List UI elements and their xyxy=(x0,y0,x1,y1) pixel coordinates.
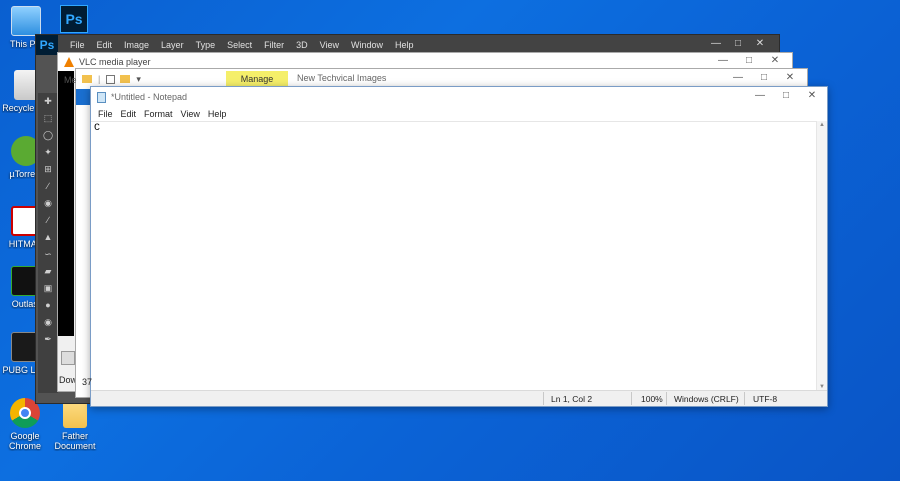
stamp-tool-icon[interactable]: ▲ xyxy=(38,229,58,246)
notepad-icon xyxy=(97,91,106,103)
vlc-play-icon[interactable] xyxy=(61,351,75,365)
manage-tab[interactable]: Manage xyxy=(226,71,288,87)
notepad-statusbar: Ln 1, Col 2 100% Windows (CRLF) UTF-8 xyxy=(91,390,827,406)
status-position: Ln 1, Col 2 xyxy=(551,394,593,404)
ps-menu-help[interactable]: Help xyxy=(389,40,420,50)
blur-tool-icon[interactable]: ● xyxy=(38,297,58,314)
quick-access-divider: | xyxy=(98,74,101,84)
ps-menu-filter[interactable]: Filter xyxy=(258,40,290,50)
photoshop-shortcut-icon[interactable]: Ps xyxy=(60,5,88,33)
scroll-up-icon[interactable]: ▲ xyxy=(819,122,825,128)
minimize-icon[interactable]: — xyxy=(705,35,727,53)
brush-tool-icon[interactable]: ∕ xyxy=(38,212,58,229)
ps-menu-edit[interactable]: Edit xyxy=(91,40,119,50)
close-icon[interactable]: ✕ xyxy=(749,35,771,53)
vlc-video-area xyxy=(58,71,74,336)
marquee-tool-icon[interactable]: ⬚ xyxy=(38,110,58,127)
vlc-partial-number: 37 xyxy=(82,377,93,387)
notepad-menubar: File Edit Format View Help xyxy=(91,107,827,121)
history-brush-tool-icon[interactable]: ∽ xyxy=(38,246,58,263)
notepad-titlebar: *Untitled - Notepad — □ ✕ xyxy=(91,87,827,107)
explorer-partial-text: Me xyxy=(64,75,77,85)
status-divider xyxy=(631,392,632,405)
explorer-ribbon-file-tab[interactable] xyxy=(76,89,91,105)
minimize-icon[interactable]: — xyxy=(725,72,751,83)
customize-quick-access-icon[interactable]: ▾ xyxy=(136,74,141,85)
desktop-icon-label: Google Chrome xyxy=(8,431,41,451)
desktop-icon-google-chrome[interactable]: Google Chrome xyxy=(0,398,50,451)
vlc-cone-icon xyxy=(64,57,74,67)
minimize-icon[interactable]: — xyxy=(747,90,773,101)
maximize-icon[interactable]: □ xyxy=(773,90,799,101)
np-menu-view[interactable]: View xyxy=(177,109,204,119)
maximize-icon[interactable]: □ xyxy=(736,55,762,66)
maximize-icon[interactable]: □ xyxy=(751,72,777,83)
photoshop-toolbar: ✚ ⬚ ◯ ✦ ⊞ ∕ ◉ ∕ ▲ ∽ ▰ ▣ ● ◉ ✒ xyxy=(38,93,58,393)
ps-menu-type[interactable]: Type xyxy=(190,40,222,50)
gradient-tool-icon[interactable]: ▣ xyxy=(38,280,58,297)
properties-icon[interactable] xyxy=(106,74,116,84)
vertical-scrollbar[interactable]: ▲ ▼ xyxy=(816,121,827,391)
maximize-icon[interactable]: □ xyxy=(727,35,749,53)
minimize-icon[interactable]: — xyxy=(710,55,736,66)
desktop-icon-label: Father Document xyxy=(54,431,96,451)
ps-menu-3d[interactable]: 3D xyxy=(290,40,314,50)
ps-menu-image[interactable]: Image xyxy=(118,40,155,50)
close-icon[interactable]: ✕ xyxy=(799,90,825,101)
np-menu-file[interactable]: File xyxy=(94,109,117,119)
photoshop-logo-icon: Ps xyxy=(36,35,58,55)
notepad-title: *Untitled - Notepad xyxy=(111,92,188,102)
healing-tool-icon[interactable]: ◉ xyxy=(38,195,58,212)
lasso-tool-icon[interactable]: ◯ xyxy=(38,127,58,144)
eraser-tool-icon[interactable]: ▰ xyxy=(38,263,58,280)
folder-icon xyxy=(82,75,92,83)
np-menu-edit[interactable]: Edit xyxy=(117,109,141,119)
ps-menu-window[interactable]: Window xyxy=(345,40,389,50)
vlc-title: VLC media player xyxy=(79,57,151,67)
status-divider xyxy=(744,392,745,405)
ps-menu-view[interactable]: View xyxy=(314,40,345,50)
status-line-ending: Windows (CRLF) xyxy=(674,394,739,404)
eyedropper-tool-icon[interactable]: ∕ xyxy=(38,178,58,195)
ps-menu-layer[interactable]: Layer xyxy=(155,40,190,50)
new-folder-icon[interactable] xyxy=(120,75,131,83)
pen-tool-icon[interactable]: ✒ xyxy=(38,331,58,348)
magic-wand-tool-icon[interactable]: ✦ xyxy=(38,144,58,161)
dodge-tool-icon[interactable]: ◉ xyxy=(38,314,58,331)
explorer-title: New Techvical Images xyxy=(297,73,387,83)
move-tool-icon[interactable]: ✚ xyxy=(38,93,58,110)
computer-icon xyxy=(11,6,41,36)
status-divider xyxy=(666,392,667,405)
ps-menu-select[interactable]: Select xyxy=(221,40,258,50)
notepad-text-area[interactable]: C xyxy=(91,121,817,391)
ps-menu-file[interactable]: File xyxy=(64,40,91,50)
close-icon[interactable]: ✕ xyxy=(762,55,788,66)
crop-tool-icon[interactable]: ⊞ xyxy=(38,161,58,178)
np-menu-format[interactable]: Format xyxy=(140,109,177,119)
status-encoding: UTF-8 xyxy=(753,394,778,404)
status-divider xyxy=(543,392,544,405)
close-icon[interactable]: ✕ xyxy=(777,72,803,83)
notepad-window[interactable]: *Untitled - Notepad — □ ✕ File Edit Form… xyxy=(90,86,828,407)
np-menu-help[interactable]: Help xyxy=(204,109,231,119)
status-zoom: 100% xyxy=(641,394,663,404)
